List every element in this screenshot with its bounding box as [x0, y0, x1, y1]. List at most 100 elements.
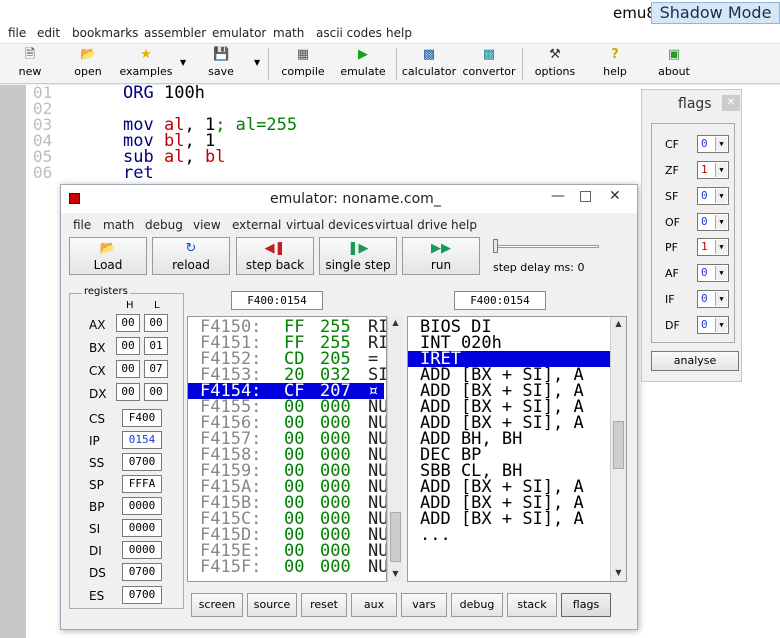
- aux-button[interactable]: aux: [351, 593, 397, 617]
- flag-value-select[interactable]: 0 ▼: [697, 135, 729, 153]
- register-value[interactable]: 00: [116, 314, 140, 332]
- memory-scrollbar[interactable]: ▲ ▼: [387, 316, 403, 582]
- minimize-icon[interactable]: —: [551, 188, 565, 204]
- emu-menu-debug[interactable]: debug: [145, 218, 183, 232]
- calculator-button[interactable]: ▩ calculator: [399, 46, 459, 82]
- register-value[interactable]: 00: [144, 314, 168, 332]
- step-delay-slider[interactable]: step delay ms: 0: [493, 237, 605, 275]
- emu-menu-help[interactable]: help: [451, 218, 477, 232]
- register-value[interactable]: 00: [116, 383, 140, 401]
- help-button[interactable]: ? help: [585, 46, 645, 82]
- disasm-row[interactable]: ...: [408, 527, 610, 544]
- menu-help[interactable]: help: [386, 26, 412, 40]
- chevron-down-icon[interactable]: ▼: [715, 318, 727, 332]
- close-icon[interactable]: ✕: [722, 95, 740, 111]
- scroll-up-icon[interactable]: ▲: [388, 316, 403, 330]
- chevron-down-icon[interactable]: ▼: [715, 240, 727, 254]
- reset-button[interactable]: reset: [301, 593, 347, 617]
- load-button[interactable]: 📂 Load: [69, 237, 147, 275]
- flag-value-select[interactable]: 0 ▼: [697, 187, 729, 205]
- menu-file[interactable]: file: [8, 26, 26, 40]
- options-button[interactable]: ⚒ options: [525, 46, 585, 82]
- chevron-down-icon[interactable]: ▼: [715, 137, 727, 151]
- code-line[interactable]: ORG 100h: [123, 85, 205, 102]
- register-value[interactable]: F400: [122, 409, 162, 427]
- emu-menu-virtual-drive[interactable]: virtual drive: [375, 218, 448, 232]
- scroll-down-icon[interactable]: ▼: [388, 567, 403, 581]
- about-button[interactable]: ▣ about: [644, 46, 704, 82]
- reload-button[interactable]: ↻ reload: [152, 237, 230, 275]
- register-value[interactable]: 0000: [122, 497, 162, 515]
- chevron-down-icon[interactable]: ▼: [715, 215, 727, 229]
- chevron-down-icon[interactable]: ▼: [715, 292, 727, 306]
- step-back-button[interactable]: ◀❚ step back: [236, 237, 314, 275]
- save-dropdown-arrow-icon[interactable]: ▼: [254, 58, 260, 67]
- register-value[interactable]: 0700: [122, 563, 162, 581]
- menu-bookmarks[interactable]: bookmarks: [72, 26, 138, 40]
- emu-menu-virtual-devices[interactable]: virtual devices: [286, 218, 374, 232]
- flag-value-select[interactable]: 0 ▼: [697, 316, 729, 334]
- register-value[interactable]: 00: [116, 360, 140, 378]
- maximize-icon[interactable]: □: [579, 188, 592, 204]
- disassembly-scrollbar[interactable]: ▲ ▼: [610, 317, 626, 581]
- menu-assembler[interactable]: assembler: [144, 26, 206, 40]
- menu-ascii-codes[interactable]: ascii codes: [316, 26, 382, 40]
- register-value[interactable]: 0000: [122, 541, 162, 559]
- register-value[interactable]: 01: [144, 337, 168, 355]
- slider-track[interactable]: [495, 245, 599, 248]
- chevron-down-icon[interactable]: ▼: [715, 266, 727, 280]
- open-button[interactable]: 📂 open: [58, 46, 118, 82]
- convertor-button[interactable]: ▩ convertor: [459, 46, 519, 82]
- menu-math[interactable]: math: [273, 26, 304, 40]
- scroll-up-icon[interactable]: ▲: [611, 317, 626, 331]
- scroll-thumb[interactable]: [613, 421, 624, 469]
- shadow-mode-badge[interactable]: Shadow Mode: [651, 2, 780, 24]
- register-value[interactable]: 0154: [122, 431, 162, 449]
- code-line[interactable]: ret: [123, 165, 154, 182]
- register-value[interactable]: 00: [144, 383, 168, 401]
- new-button[interactable]: 🗎 new: [0, 46, 60, 82]
- analyse-button[interactable]: analyse: [651, 351, 739, 371]
- emu-menu-file[interactable]: file: [73, 218, 91, 232]
- flag-value-select[interactable]: 0 ▼: [697, 264, 729, 282]
- debug-button[interactable]: debug: [451, 593, 503, 617]
- single-step-button[interactable]: ❚▶ single step: [319, 237, 397, 275]
- menu-emulator[interactable]: emulator: [212, 26, 266, 40]
- slider-thumb[interactable]: [493, 239, 498, 253]
- compile-button[interactable]: ▦ compile: [273, 46, 333, 82]
- register-value[interactable]: 0700: [122, 453, 162, 471]
- run-button[interactable]: ▶▶ run: [402, 237, 480, 275]
- register-value[interactable]: 07: [144, 360, 168, 378]
- examples-button[interactable]: ★ examples: [116, 46, 176, 82]
- screen-button[interactable]: screen: [191, 593, 243, 617]
- register-value[interactable]: 0000: [122, 519, 162, 537]
- disassembly-list[interactable]: BIOS DI INT 020h IRET ADD [BX + SI], A A…: [407, 316, 627, 582]
- disassembly-address-input[interactable]: F400:0154: [454, 291, 546, 310]
- flag-value-select[interactable]: 0 ▼: [697, 290, 729, 308]
- flag-value-select[interactable]: 0 ▼: [697, 213, 729, 231]
- flag-value-select[interactable]: 1 ▼: [697, 161, 729, 179]
- stack-button[interactable]: stack: [507, 593, 557, 617]
- flag-value-select[interactable]: 1 ▼: [697, 238, 729, 256]
- examples-dropdown-arrow-icon[interactable]: ▼: [180, 58, 186, 67]
- register-value[interactable]: FFFA: [122, 475, 162, 493]
- emulate-button[interactable]: ▶ emulate: [333, 46, 393, 82]
- register-value[interactable]: 0700: [122, 586, 162, 604]
- emu-menu-math[interactable]: math: [103, 218, 134, 232]
- flags-button[interactable]: flags: [561, 593, 611, 617]
- close-icon[interactable]: ✕: [609, 188, 621, 204]
- save-button[interactable]: 💾 save: [191, 46, 251, 82]
- menu-edit[interactable]: edit: [37, 26, 60, 40]
- chevron-down-icon[interactable]: ▼: [715, 189, 727, 203]
- memory-address-input[interactable]: F400:0154: [231, 291, 323, 310]
- source-button[interactable]: source: [247, 593, 297, 617]
- emu-menu-external[interactable]: external: [232, 218, 281, 232]
- register-value[interactable]: 00: [116, 337, 140, 355]
- memory-list[interactable]: F4150: FF 255 RI F4151: FF 255 RI F4152: CD 205 =…: [187, 316, 387, 582]
- scroll-down-icon[interactable]: ▼: [611, 566, 626, 580]
- scroll-thumb[interactable]: [390, 512, 401, 562]
- vars-button[interactable]: vars: [401, 593, 447, 617]
- memory-row[interactable]: F415F: 00 000 NU: [188, 559, 386, 576]
- chevron-down-icon[interactable]: ▼: [715, 163, 727, 177]
- emu-menu-view[interactable]: view: [193, 218, 221, 232]
